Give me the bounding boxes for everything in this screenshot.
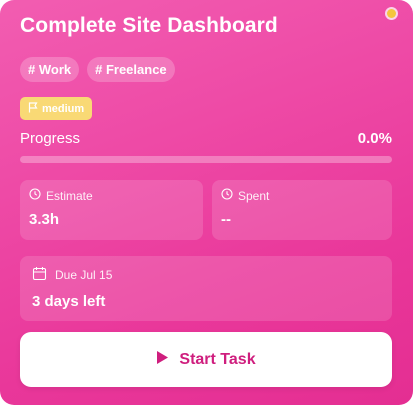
progress-label: Progress xyxy=(20,130,81,147)
tag-freelance[interactable]: # Freelance xyxy=(87,57,175,82)
clock-icon xyxy=(29,188,41,203)
flag-icon xyxy=(28,101,38,116)
estimate-value: 3.3h xyxy=(29,211,60,228)
play-icon xyxy=(156,350,169,370)
calendar-icon xyxy=(32,266,47,284)
progress-value: 0.0% xyxy=(357,130,392,147)
due-date-label: Due Jul 15 xyxy=(55,268,113,282)
due-remaining: 3 days left xyxy=(32,293,106,310)
due-date-box: Due Jul 15 3 days left xyxy=(20,256,392,321)
spent-label: Spent xyxy=(238,188,270,203)
spent-value: -- xyxy=(221,211,231,228)
tag-work[interactable]: # Work xyxy=(20,57,80,82)
task-card[interactable]: Complete Site Dashboard # Work # Freelan… xyxy=(0,0,413,405)
start-task-button[interactable]: Start Task xyxy=(20,332,392,387)
priority-label: medium xyxy=(42,102,85,115)
estimate-label: Estimate xyxy=(46,188,93,203)
start-task-label: Start Task xyxy=(179,350,256,368)
task-title: Complete Site Dashboard xyxy=(20,14,278,37)
spent-box: Spent -- xyxy=(212,180,392,240)
status-dot xyxy=(387,9,396,18)
progress-bar xyxy=(20,156,392,163)
clock-icon xyxy=(221,188,233,203)
tag-list: # Work # Freelance xyxy=(20,57,175,82)
estimate-box: Estimate 3.3h xyxy=(20,180,203,240)
priority-badge: medium xyxy=(20,97,93,120)
